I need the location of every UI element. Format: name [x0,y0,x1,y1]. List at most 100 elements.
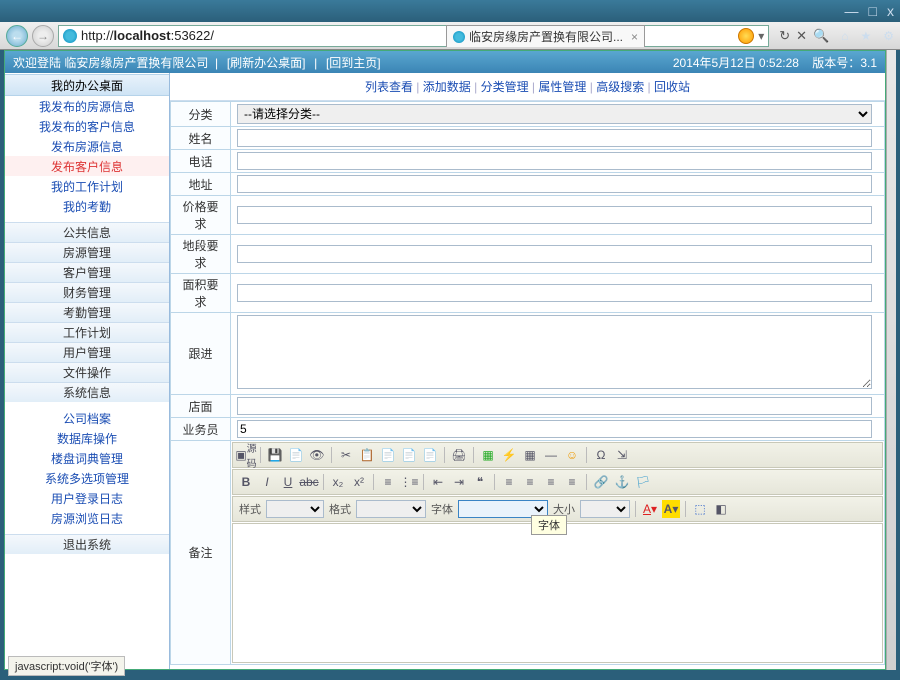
sidebar-item[interactable]: 我发布的客户信息 [5,116,169,136]
copy-icon[interactable]: 📋 [358,446,376,464]
name-input[interactable] [237,129,872,147]
cut-icon[interactable]: ✂ [337,446,355,464]
action-tab[interactable]: 回收站 [654,80,690,94]
image-icon[interactable]: ▦ [479,446,497,464]
ol-icon[interactable]: ≡ [379,473,397,491]
minimize-button[interactable]: — [845,3,859,19]
close-tab-icon[interactable]: × [631,30,638,44]
sidebar-item[interactable]: 我发布的房源信息 [5,96,169,116]
gear-icon[interactable]: ⚙ [883,29,894,43]
dropdown-icon[interactable]: ▾ [758,29,764,43]
forward-button[interactable]: → [32,25,54,47]
style-select[interactable] [266,500,324,518]
maximize-button[interactable]: □ [869,3,877,19]
paste-icon[interactable]: 📄 [379,446,397,464]
blockquote-icon[interactable]: ❝ [471,473,489,491]
sidebar-section[interactable]: 公共信息 [5,222,169,242]
addr-input[interactable] [237,175,872,193]
align-right-icon[interactable]: ≡ [542,473,560,491]
superscript-icon[interactable]: x² [350,473,368,491]
store-input[interactable] [237,397,872,415]
browser-tab[interactable]: 临安房缘房产置换有限公司... × [446,25,645,47]
sidebar-item[interactable]: 公司档案 [5,408,169,428]
bold-icon[interactable]: B [237,473,255,491]
search-icon[interactable]: 🔍 [813,28,829,44]
align-justify-icon[interactable]: ≡ [563,473,581,491]
save-icon[interactable]: 💾 [266,446,284,464]
sidebar-section[interactable]: 系统信息 [5,382,169,402]
italic-icon[interactable]: I [258,473,276,491]
sidebar-section[interactable]: 客户管理 [5,262,169,282]
link-icon[interactable]: 🔗 [592,473,610,491]
sidebar-item[interactable]: 用户登录日志 [5,488,169,508]
action-tab[interactable]: 高级搜索 [596,80,644,94]
sidebar-logout[interactable]: 退出系统 [5,534,169,554]
newpage-icon[interactable]: 📄 [287,446,305,464]
sidebar-section[interactable]: 财务管理 [5,282,169,302]
format-select[interactable] [356,500,426,518]
indent-icon[interactable]: ⇥ [450,473,468,491]
district-input[interactable] [237,245,872,263]
sidebar-section[interactable]: 用户管理 [5,342,169,362]
sidebar-item[interactable]: 发布客户信息 [5,156,169,176]
anchor-icon[interactable]: 🏳 [634,473,652,491]
sidebar-item[interactable]: 发布房源信息 [5,136,169,156]
bg-color-icon[interactable]: A▾ [662,500,680,518]
home-icon[interactable]: ⌂ [841,29,848,43]
emoji-icon[interactable]: ☺ [563,446,581,464]
paste-text-icon[interactable]: 📄 [400,446,418,464]
special-char-icon[interactable]: Ω [592,446,610,464]
favorite-icon[interactable]: ★ [860,29,871,43]
underline-icon[interactable]: U [279,473,297,491]
sidebar-section[interactable]: 考勤管理 [5,302,169,322]
sidebar-item[interactable]: 我的考勤 [5,196,169,216]
action-tab[interactable]: 属性管理 [538,80,586,94]
back-button[interactable]: ← [6,25,28,47]
preview-icon[interactable]: 👁 [308,446,326,464]
outdent-icon[interactable]: ⇤ [429,473,447,491]
phone-input[interactable] [237,152,872,170]
pagebreak-icon[interactable]: ⇲ [613,446,631,464]
maximize-editor-icon[interactable]: ⬚ [691,500,709,518]
show-blocks-icon[interactable]: ◧ [712,500,730,518]
paste-word-icon[interactable]: 📄 [421,446,439,464]
refresh-desktop-link[interactable]: [刷新办公桌面] [227,56,306,70]
agent-input[interactable] [237,420,872,438]
editor-canvas[interactable] [232,523,883,663]
flash-icon[interactable]: ⚡ [500,446,518,464]
sidebar-item[interactable]: 我的工作计划 [5,176,169,196]
text-color-icon[interactable]: A▾ [641,500,659,518]
category-select[interactable]: --请选择分类-- [237,104,872,124]
strike-icon[interactable]: abc [300,473,318,491]
sidebar-item[interactable]: 楼盘词典管理 [5,448,169,468]
stop-icon[interactable]: ✕ [796,28,807,44]
action-tab[interactable]: 列表查看 [365,80,413,94]
price-input[interactable] [237,206,872,224]
table-icon[interactable]: ▦ [521,446,539,464]
sidebar-section[interactable]: 工作计划 [5,322,169,342]
align-center-icon[interactable]: ≡ [521,473,539,491]
action-tab[interactable]: 分类管理 [481,80,529,94]
follow-textarea[interactable] [237,315,872,389]
sidebar-item[interactable]: 数据库操作 [5,428,169,448]
print-icon[interactable]: 🖨 [450,446,468,464]
source-button[interactable]: ▣ 源码 [237,446,255,464]
address-bar[interactable]: http://localhost:53622/ ▾ [58,25,769,47]
sidebar-section[interactable]: 文件操作 [5,362,169,382]
sidebar-item[interactable]: 系统多选项管理 [5,468,169,488]
refresh-icon[interactable]: ↻ [779,28,790,44]
back-home-link[interactable]: [回到主页] [326,56,381,70]
align-left-icon[interactable]: ≡ [500,473,518,491]
area-input[interactable] [237,284,872,302]
browser-scrollbar[interactable] [886,50,896,670]
subscript-icon[interactable]: x₂ [329,473,347,491]
hr-icon[interactable]: — [542,446,560,464]
compat-icon[interactable] [738,28,754,44]
close-window-button[interactable]: x [887,3,894,19]
ul-icon[interactable]: ⋮≡ [400,473,418,491]
size-select[interactable] [580,500,630,518]
action-tab[interactable]: 添加数据 [423,80,471,94]
sidebar-section[interactable]: 房源管理 [5,242,169,262]
unlink-icon[interactable]: ⚓ [613,473,631,491]
sidebar-item[interactable]: 房源浏览日志 [5,508,169,528]
